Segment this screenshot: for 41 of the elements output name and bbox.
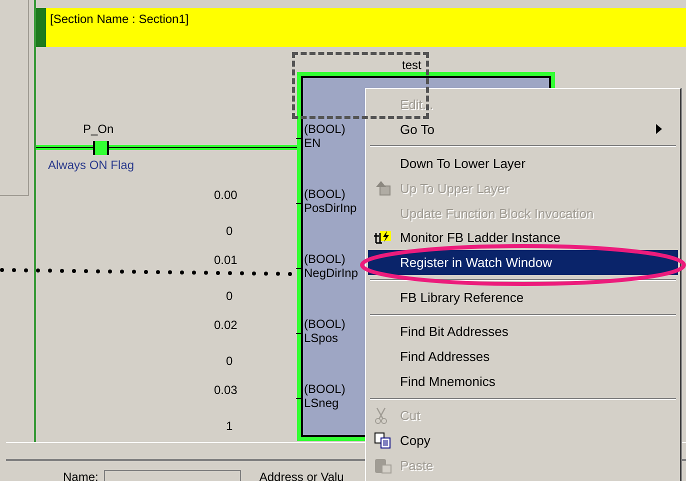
input-type: (BOOL) <box>304 252 346 266</box>
input-value: 0 <box>226 224 233 238</box>
menu-item[interactable]: Find Bit Addresses <box>368 320 678 344</box>
input-type: (BOOL) <box>304 382 346 396</box>
menu-item[interactable]: FB Library Reference <box>368 284 678 310</box>
input-name: NegDirInp <box>304 266 358 280</box>
input-value: 0 <box>226 354 233 368</box>
section-marker <box>36 8 46 47</box>
input-value: 0 <box>226 289 233 303</box>
input-type: (BOOL) <box>304 122 346 136</box>
input-type: (BOOL) <box>304 317 346 331</box>
ladder-monitor-icon <box>374 230 392 246</box>
menu-item[interactable]: Down To Lower Layer <box>368 151 678 176</box>
layers-icon <box>374 179 392 198</box>
input-address: 0.03 <box>214 383 238 397</box>
address-label: Address or Valu <box>259 470 344 481</box>
submenu-arrow-icon <box>656 124 662 134</box>
menu-item[interactable]: Register in Watch Window <box>368 250 678 275</box>
input-name: PosDirInp <box>304 201 357 215</box>
menu-item[interactable]: Find Mnemonics <box>368 368 678 394</box>
input-name: EN <box>304 136 321 150</box>
input-address: 0.01 <box>214 253 238 267</box>
input-value: 1 <box>226 419 233 433</box>
input-address: 0.00 <box>214 188 238 202</box>
copy-icon <box>374 432 392 450</box>
menu-item[interactable]: Copy <box>368 428 678 453</box>
clipboard-icon <box>374 456 392 474</box>
name-label: Name: <box>63 470 98 481</box>
menu-item[interactable]: Monitor FB Ladder Instance <box>368 225 678 250</box>
contact-symbol[interactable] <box>93 141 109 155</box>
block-title: test <box>402 58 422 72</box>
input-name: LSneg <box>304 396 339 410</box>
section-name: [Section Name : Section1] <box>49 11 189 28</box>
scissors-icon <box>374 406 388 425</box>
input-address: 0.02 <box>214 318 238 332</box>
input-type: (BOOL) <box>304 187 346 201</box>
input-name: LSpos <box>304 331 338 345</box>
menu-item[interactable]: Find Addresses <box>368 344 678 369</box>
contact-comment: Always ON Flag <box>48 158 134 172</box>
menu-item[interactable]: Go To <box>368 116 678 142</box>
contact-name: P_On <box>83 122 114 136</box>
